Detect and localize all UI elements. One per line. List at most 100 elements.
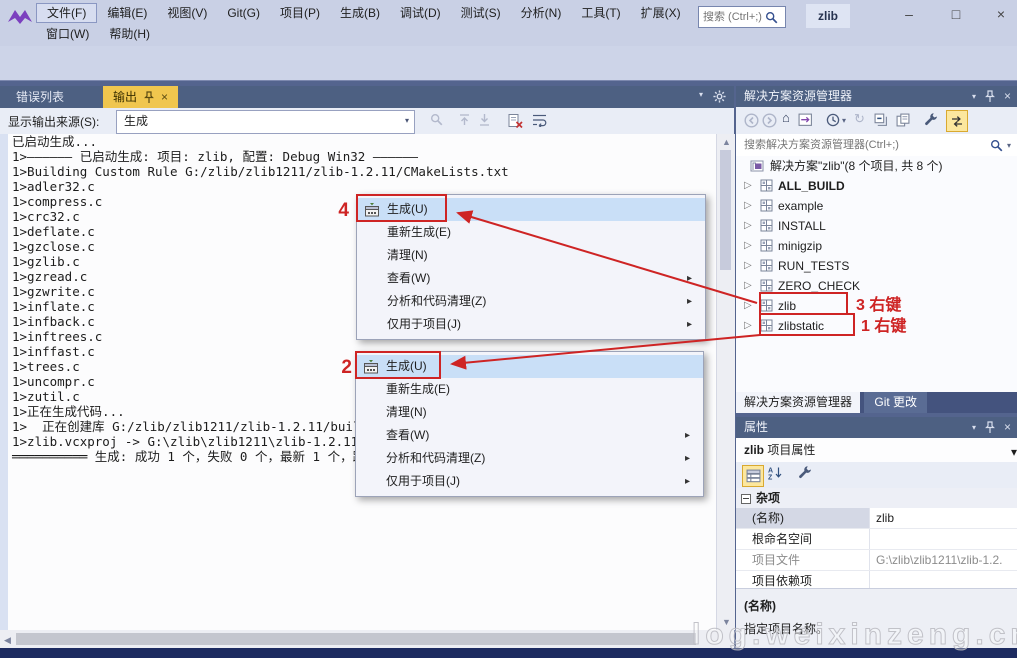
pin-icon[interactable] (985, 421, 995, 434)
property-value[interactable] (870, 529, 1017, 549)
tree-row-zero_check[interactable]: ▷ ZERO_CHECK (736, 276, 1017, 296)
menu-item-3[interactable]: 清理(N) (357, 244, 705, 267)
maximize-button[interactable]: □ (940, 2, 972, 26)
tab-output[interactable]: 输出 × (103, 86, 179, 108)
property-row[interactable]: (名称) zlib (736, 508, 1017, 529)
tree-row-all_build[interactable]: ▷ ALL_BUILD (736, 176, 1017, 196)
project-icon (760, 179, 773, 192)
solution-label: 解决方案"zlib"(8 个项目, 共 8 个) (770, 159, 943, 173)
property-category[interactable]: 杂项 (736, 488, 1017, 508)
word-wrap-icon[interactable] (532, 113, 548, 127)
pending-changes-filter-icon[interactable] (826, 113, 840, 127)
menubar-item-8[interactable]: 测试(S) (451, 3, 511, 23)
tree-row-install[interactable]: ▷ INSTALL (736, 216, 1017, 236)
menubar-item-row2-2[interactable]: 帮助(H) (99, 24, 160, 44)
menu-item-5[interactable]: 分析和代码清理(Z) ▸ (356, 447, 703, 470)
show-all-files-icon[interactable] (896, 113, 910, 127)
expander-icon[interactable]: ▷ (744, 256, 752, 276)
menubar-item-4[interactable]: Git(G) (217, 3, 270, 23)
menubar-item-7[interactable]: 调试(D) (390, 3, 451, 23)
tab-error-list[interactable]: 错误列表 (0, 86, 80, 108)
close-icon[interactable]: × (161, 86, 168, 108)
property-category-label: 杂项 (756, 491, 781, 505)
solution-explorer-titlebar: 解决方案资源管理器 ▾ × (736, 86, 1017, 107)
tree-row-minigzip[interactable]: ▷ minigzip (736, 236, 1017, 256)
menubar-row2: 窗口(W) 帮助(H) (36, 24, 160, 44)
menu-item-6[interactable]: 仅用于项目(J) ▸ (356, 470, 703, 493)
expander-icon[interactable]: ▷ (744, 176, 752, 196)
output-horizontal-scrollbar[interactable]: ◀ (0, 630, 734, 648)
home-icon[interactable]: ⌂ (782, 110, 790, 125)
scroll-down-icon[interactable]: ▼ (722, 617, 731, 627)
property-row[interactable]: 项目文件 G:\zlib\zlib1211\zlib-1.2. (736, 550, 1017, 571)
property-row[interactable]: 根命名空间 (736, 529, 1017, 550)
menu-item-3[interactable]: 清理(N) (356, 401, 703, 424)
close-icon[interactable]: × (1004, 86, 1011, 107)
scrollbar-thumb[interactable] (16, 633, 696, 645)
minimize-button[interactable]: – (893, 2, 925, 26)
scroll-left-icon[interactable]: ◀ (4, 635, 11, 646)
output-line: 1>adler32.c (12, 179, 95, 194)
tab-solution-explorer[interactable]: 解决方案资源管理器 (736, 392, 861, 413)
titlebar-search-input[interactable] (699, 11, 765, 23)
tree-row-zlib[interactable]: ▷ zlib (736, 296, 1017, 316)
menubar-item-5[interactable]: 项目(P) (270, 3, 330, 23)
gear-icon[interactable] (713, 90, 726, 103)
chevron-down-icon: ▾ (404, 116, 409, 125)
close-button[interactable]: × (985, 2, 1017, 26)
menu-item-5[interactable]: 分析和代码清理(Z) ▸ (357, 290, 705, 313)
scrollbar-thumb[interactable] (720, 150, 731, 270)
expander-icon[interactable]: ▷ (744, 196, 752, 216)
menubar-item-3[interactable]: 视图(V) (157, 3, 217, 23)
menu-item-4[interactable]: 查看(W) ▸ (357, 267, 705, 290)
window-position-chevron-icon[interactable]: ▾ (699, 90, 703, 103)
tree-row-zlibstatic[interactable]: ▷ zlibstatic (736, 316, 1017, 336)
property-value[interactable]: G:\zlib\zlib1211\zlib-1.2. (870, 550, 1017, 570)
expander-icon[interactable]: ▷ (744, 296, 752, 316)
menu-item-2[interactable]: 重新生成(E) (357, 221, 705, 244)
collapse-category-icon[interactable] (741, 494, 751, 504)
menu-item-2[interactable]: 重新生成(E) (356, 378, 703, 401)
menubar-item-10[interactable]: 工具(T) (571, 3, 630, 23)
expander-icon[interactable]: ▷ (744, 276, 752, 296)
menubar-item-row2-1[interactable]: 窗口(W) (36, 24, 99, 44)
output-source-select[interactable]: 生成 ▾ (116, 110, 415, 134)
categorized-view-toggle[interactable] (742, 465, 764, 487)
menu-item-6[interactable]: 仅用于项目(J) ▸ (357, 313, 705, 336)
menu-item-1[interactable]: 生成(U) (357, 198, 705, 221)
sync-with-active-document-toggle[interactable] (946, 110, 968, 132)
solution-explorer-search-box[interactable]: ▾ (736, 134, 1017, 157)
solution-explorer-search-input[interactable] (736, 138, 990, 152)
expander-icon[interactable]: ▷ (744, 236, 752, 256)
menubar-item-6[interactable]: 生成(B) (330, 3, 390, 23)
titlebar-search-box[interactable] (698, 6, 786, 28)
expander-icon[interactable]: ▷ (744, 316, 752, 336)
property-value[interactable]: zlib (870, 508, 1017, 528)
menu-item-1[interactable]: 生成(U) (356, 355, 703, 378)
menu-item-4[interactable]: 查看(W) ▸ (356, 424, 703, 447)
tree-row-solution[interactable]: 解决方案"zlib"(8 个项目, 共 8 个) (736, 156, 1017, 176)
clear-all-icon[interactable] (508, 113, 523, 128)
window-position-chevron-icon[interactable]: ▾ (972, 86, 976, 107)
chevron-down-icon[interactable]: ▾ (842, 116, 846, 125)
pin-icon[interactable] (144, 90, 154, 104)
tree-row-example[interactable]: ▷ example (736, 196, 1017, 216)
window-position-chevron-icon[interactable]: ▾ (972, 417, 976, 438)
close-icon[interactable]: × (1004, 417, 1011, 438)
menubar-item-1[interactable]: 文件(F) (36, 3, 98, 23)
expander-icon[interactable]: ▷ (744, 216, 752, 236)
sort-alphabetical-icon[interactable]: AZ (768, 466, 783, 480)
properties-wrench-icon[interactable] (924, 113, 938, 127)
pin-icon[interactable] (985, 90, 995, 103)
property-pages-wrench-icon[interactable] (798, 466, 812, 480)
scroll-up-icon[interactable]: ▲ (722, 137, 731, 147)
switch-views-icon[interactable] (798, 113, 813, 127)
properties-object-selector[interactable]: zlib 项目属性 ▾ (736, 438, 1017, 463)
collapse-all-icon[interactable] (874, 113, 888, 127)
output-vertical-scrollbar[interactable]: ▲ ▼ (716, 134, 735, 630)
tree-row-run_tests[interactable]: ▷ RUN_TESTS (736, 256, 1017, 276)
menubar-item-2[interactable]: 编辑(E) (97, 3, 157, 23)
tab-git-changes[interactable]: Git 更改 (864, 392, 928, 413)
menubar-item-11[interactable]: 扩展(X) (631, 3, 691, 23)
menubar-item-9[interactable]: 分析(N) (511, 3, 572, 23)
